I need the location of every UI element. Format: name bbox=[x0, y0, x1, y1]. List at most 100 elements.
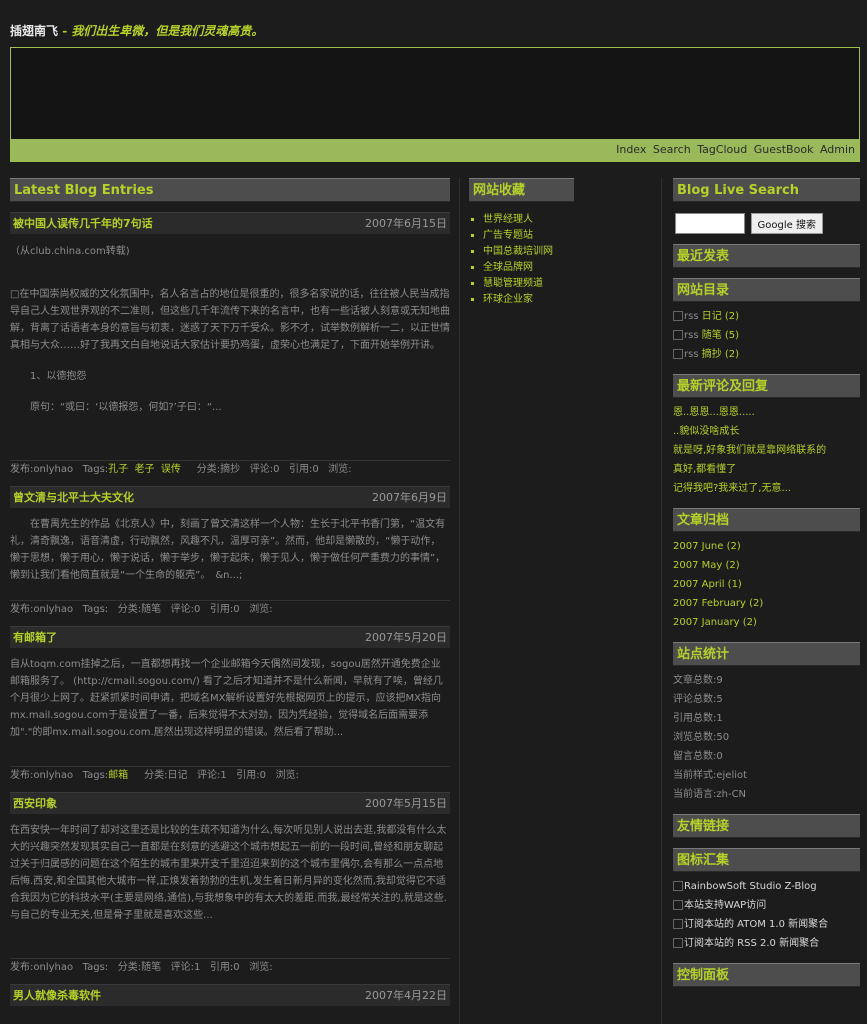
badge-icon bbox=[673, 900, 683, 910]
stats-list: 文章总数:9 评论总数:5 引用总数:1 浏览总数:50 留言总数:0 当前样式… bbox=[673, 666, 860, 806]
post-category[interactable]: 分类:随笔 bbox=[118, 962, 161, 973]
comment-link[interactable]: ..貌似没啥成长 bbox=[673, 426, 739, 437]
recent-heading: 最近发表 bbox=[673, 244, 860, 268]
favorite-link[interactable]: 环球企业家 bbox=[483, 294, 533, 305]
list-item: 2007 May (2) bbox=[673, 556, 860, 575]
nav-search-link[interactable]: Search bbox=[653, 143, 691, 156]
post-excerpt: 自从toqm.com挂掉之后，一直都想再找一个企业邮箱今天偶然间发现，sogou… bbox=[10, 648, 450, 762]
post-category[interactable]: 分类:摘抄 bbox=[197, 464, 240, 475]
post-views: 浏览: bbox=[275, 770, 299, 781]
list-item: 世界经理人 bbox=[483, 212, 649, 228]
stat-item: 引用总数:1 bbox=[673, 713, 723, 724]
post-category[interactable]: 分类:随笔 bbox=[118, 604, 161, 615]
list-item: 环球企业家 bbox=[483, 292, 649, 308]
comment-link[interactable]: 记得我吧?我来过了,无意... bbox=[673, 483, 791, 494]
post-paragraph: 1、以德抱怨 bbox=[10, 371, 87, 382]
tag-link[interactable]: 误传 bbox=[161, 464, 181, 475]
header-separator: - bbox=[58, 24, 72, 38]
list-item: 订阅本站的 RSS 2.0 新闻聚合 bbox=[673, 934, 860, 953]
favorites-list: 世界经理人 广告专题站 中国总裁培训网 全球品牌网 慧聪管理频道 环球企业家 bbox=[469, 212, 649, 308]
favorite-link[interactable]: 广告专题站 bbox=[483, 230, 533, 241]
nav-admin-link[interactable]: Admin bbox=[820, 143, 855, 156]
rss-icon[interactable] bbox=[673, 349, 683, 359]
comment-link[interactable]: 就是呀,好象我们就是靠网络联系的 bbox=[673, 445, 826, 456]
catalog-link[interactable]: 摘抄 (2) bbox=[702, 349, 739, 360]
archive-link[interactable]: 2007 February (2) bbox=[673, 598, 763, 609]
post-author: 发布:onlyhao bbox=[10, 962, 74, 973]
badge-link[interactable]: 本站支持WAP访问 bbox=[684, 900, 766, 911]
blog-post: 有邮箱了 2007年5月20日 自从toqm.com挂掉之后，一直都想再找一个企… bbox=[10, 626, 450, 784]
rss-icon[interactable] bbox=[673, 330, 683, 340]
catalog-block: 网站目录 rss 日记 (2) rss 随笔 (5) rss 摘抄 (2) bbox=[673, 278, 860, 366]
friends-heading: 友情链接 bbox=[673, 814, 860, 838]
badge-link[interactable]: RainbowSoft Studio Z-Blog bbox=[684, 881, 817, 892]
post-comments[interactable]: 评论:0 bbox=[171, 604, 201, 615]
post-meta: 发布:onlyhao Tags: 分类:随笔 评论:1 引用:0 浏览: bbox=[10, 958, 450, 976]
comment-link[interactable]: 真好,都看懂了 bbox=[673, 464, 736, 475]
favorite-link[interactable]: 世界经理人 bbox=[483, 214, 533, 225]
comment-link[interactable]: 恩..恩恩...恩恩..... bbox=[673, 407, 755, 418]
comments-block: 最新评论及回复 恩..恩恩...恩恩..... ..貌似没啥成长 就是呀,好象我… bbox=[673, 374, 860, 500]
badges-list: RainbowSoft Studio Z-Blog 本站支持WAP访问 订阅本站… bbox=[673, 872, 860, 955]
rss-icon-alt: rss bbox=[684, 330, 699, 341]
badge-icon bbox=[673, 881, 683, 891]
catalog-link[interactable]: 随笔 (5) bbox=[702, 330, 739, 341]
favorite-link[interactable]: 全球品牌网 bbox=[483, 262, 533, 273]
badge-link[interactable]: 订阅本站的 RSS 2.0 新闻聚合 bbox=[684, 938, 819, 949]
post-paragraph: 自从toqm.com挂掉之后，一直都想再找一个企业邮箱今天偶然间发现，sogou… bbox=[10, 659, 443, 738]
rss-icon-alt: rss bbox=[684, 349, 699, 360]
nav-index-link[interactable]: Index bbox=[616, 143, 646, 156]
post-header: 有邮箱了 2007年5月20日 bbox=[10, 626, 450, 648]
tag-link[interactable]: 老子 bbox=[135, 464, 155, 475]
post-trackbacks: 引用:0 bbox=[209, 604, 240, 615]
post-trackbacks: 引用:0 bbox=[289, 464, 319, 475]
nav-guestbook-link[interactable]: GuestBook bbox=[754, 143, 814, 156]
favorites-heading: 网站收藏 bbox=[469, 178, 574, 202]
post-title-link[interactable]: 曾文清与北平士大夫文化 bbox=[13, 491, 134, 504]
tag-link[interactable]: 孔子 bbox=[108, 464, 128, 475]
post-author: 发布:onlyhao bbox=[10, 464, 74, 475]
list-item: rss 随笔 (5) bbox=[673, 326, 860, 345]
post-title-link[interactable]: 有邮箱了 bbox=[13, 631, 57, 644]
top-nav: Index Search TagCloud GuestBook Admin bbox=[11, 139, 859, 161]
comments-list: 恩..恩恩...恩恩..... ..貌似没啥成长 就是呀,好象我们就是靠网络联系… bbox=[673, 398, 860, 500]
archive-link[interactable]: 2007 June (2) bbox=[673, 541, 741, 552]
list-item: rss 日记 (2) bbox=[673, 307, 860, 326]
archive-link[interactable]: 2007 January (2) bbox=[673, 617, 757, 628]
rss-icon[interactable] bbox=[673, 311, 683, 321]
post-views: 浏览: bbox=[249, 604, 273, 615]
archive-link[interactable]: 2007 May (2) bbox=[673, 560, 740, 571]
post-author: 发布:onlyhao bbox=[10, 770, 74, 781]
site-name[interactable]: 插翅南飞 bbox=[10, 24, 58, 38]
post-title-link[interactable]: 男人就像杀毒软件 bbox=[13, 989, 101, 1002]
search-block: Blog Live Search Google 搜索 bbox=[673, 178, 860, 244]
post-comments[interactable]: 评论:0 bbox=[250, 464, 280, 475]
post-header: 男人就像杀毒软件 2007年4月22日 bbox=[10, 984, 450, 1006]
post-category[interactable]: 分类:日记 bbox=[144, 770, 187, 781]
recent-block: 最近发表 bbox=[673, 244, 860, 268]
catalog-link[interactable]: 日记 (2) bbox=[702, 311, 739, 322]
nav-tagcloud-link[interactable]: TagCloud bbox=[697, 143, 747, 156]
badge-link[interactable]: 订阅本站的 ATOM 1.0 新闻聚合 bbox=[684, 919, 828, 930]
post-tags-label: Tags: bbox=[82, 604, 109, 615]
post-views: 浏览: bbox=[328, 464, 352, 475]
favorite-link[interactable]: 慧聪管理频道 bbox=[483, 278, 543, 289]
post-title-link[interactable]: 被中国人误传几千年的7句话 bbox=[13, 217, 153, 230]
post-paragraph: 原句：“或曰：‘以德报怨，何如?’子曰：“... bbox=[10, 402, 222, 413]
favorite-link[interactable]: 中国总裁培训网 bbox=[483, 246, 553, 257]
list-item: 真好,都看懂了 bbox=[673, 460, 860, 479]
post-comments[interactable]: 评论:1 bbox=[197, 770, 227, 781]
control-heading: 控制面板 bbox=[673, 963, 860, 987]
post-date: 2007年5月20日 bbox=[365, 631, 447, 644]
search-input[interactable] bbox=[675, 213, 745, 234]
rss-icon-alt: rss bbox=[684, 311, 699, 322]
latest-entries-heading: Latest Blog Entries bbox=[10, 178, 450, 202]
tag-link[interactable]: 邮箱 bbox=[108, 770, 128, 781]
google-search-button[interactable]: Google 搜索 bbox=[750, 213, 823, 234]
post-comments[interactable]: 评论:1 bbox=[171, 962, 201, 973]
list-item: 订阅本站的 ATOM 1.0 新闻聚合 bbox=[673, 915, 860, 934]
post-title-link[interactable]: 西安印象 bbox=[13, 797, 57, 810]
main-column: Latest Blog Entries 被中国人误传几千年的7句话 2007年6… bbox=[10, 178, 450, 1006]
post-paragraph: 在西安快一年时间了却对这里还是比较的生疏不知道为什么,每次听见别人说出去逛,我都… bbox=[10, 825, 447, 921]
archive-link[interactable]: 2007 April (1) bbox=[673, 579, 742, 590]
